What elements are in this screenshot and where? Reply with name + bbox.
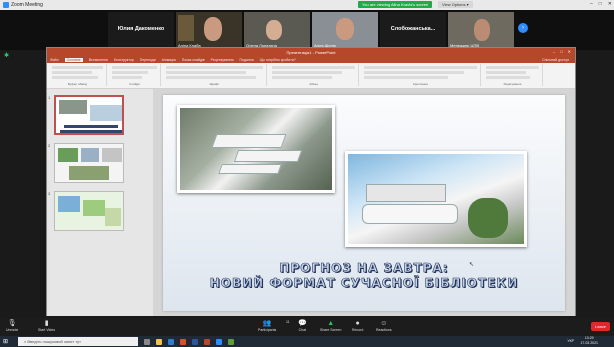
participant-name: Слобожанська...: [390, 26, 436, 32]
close-icon[interactable]: ✕: [568, 49, 571, 54]
edge-icon[interactable]: [168, 338, 175, 345]
share-screen-icon: ▲: [327, 320, 335, 327]
chat-button[interactable]: 💬 Chat: [298, 319, 307, 332]
file-explorer-icon[interactable]: [156, 338, 163, 345]
slide-number: 1: [48, 95, 51, 100]
ribbon-group-editing[interactable]: Редагування: [483, 64, 543, 86]
slide-thumbnail-pane: 1 2 3: [47, 89, 153, 316]
language-indicator[interactable]: УКР: [567, 339, 574, 343]
ribbon-group-drawing[interactable]: Креслення: [361, 64, 481, 86]
reactions-icon: ☺: [380, 320, 388, 327]
maximize-icon[interactable]: □: [599, 1, 602, 7]
zoom-app-icon[interactable]: [216, 338, 223, 345]
participant-name: Юлия Дакоменко: [117, 26, 165, 32]
close-icon[interactable]: ✕: [608, 1, 612, 7]
task-view-icon[interactable]: [144, 338, 151, 345]
building-photo-1[interactable]: [177, 105, 335, 193]
taskbar-search-input[interactable]: ⌕ Введіть пошуковий запит тут: [18, 337, 139, 346]
participant-face: [474, 19, 490, 41]
participant-face: [336, 18, 354, 40]
current-slide[interactable]: ПРОГНОЗ НА ЗАВТРА: НОВИЙ ФОРМАТ СУЧАСНОЇ…: [163, 95, 565, 311]
share-button[interactable]: Спільний доступ: [542, 58, 569, 62]
video-tile[interactable]: Слобожанська...: [380, 12, 446, 49]
chat-icon: 💬: [298, 320, 307, 327]
screen-share-banner: You are viewing Alina Kravts's screen: [358, 1, 433, 8]
ribbon: Буфер обміну Слайди Шрифт Абзац Кресленн…: [47, 63, 575, 89]
view-options-button[interactable]: View Options ▾: [438, 1, 473, 8]
ppt-window-controls: – □ ✕: [553, 49, 571, 54]
tab-insert[interactable]: Вставлення: [89, 58, 108, 62]
taskbar-clock[interactable]: 13:29 17.03.2021: [580, 336, 598, 346]
participants-count: 11: [286, 320, 290, 324]
tab-animations[interactable]: Анімація: [162, 58, 176, 62]
record-icon: ●: [355, 320, 360, 327]
video-tile[interactable]: Юлия Дакоменко: [108, 12, 174, 49]
leave-button[interactable]: Leave: [591, 322, 610, 331]
security-shield-icon[interactable]: ✱: [4, 52, 9, 59]
video-tile[interactable]: Аліна Кпаба: [176, 12, 242, 49]
slide-number: 2: [48, 143, 51, 148]
unmute-button[interactable]: 🎙 Unmute: [6, 319, 18, 332]
ppt-title-bar: Презентація1 - PowerPoint: [47, 48, 575, 56]
slide-thumbnail-3[interactable]: [54, 191, 124, 231]
windows-start-icon[interactable]: ⊞: [3, 338, 8, 345]
video-tile[interactable]: Олена Лопатина: [244, 12, 310, 49]
slide-title-line-1: ПРОГНОЗ НА ЗАВТРА:: [279, 261, 449, 276]
video-tile[interactable]: Алла Шелю: [312, 12, 378, 49]
tab-design[interactable]: Конструктор: [114, 58, 134, 62]
slide-editor: ПРОГНОЗ НА ЗАВТРА: НОВИЙ ФОРМАТ СУЧАСНОЇ…: [153, 89, 575, 316]
slide-thumbnail-1[interactable]: [54, 95, 124, 135]
zoom-toolbar: 🎙 Unmute ▮ Start Video 👥 Participants 11…: [0, 318, 614, 336]
microphone-muted-icon: 🎙: [7, 320, 17, 327]
start-video-button[interactable]: ▮ Start Video: [38, 319, 55, 332]
windows-taskbar: ⊞ ⌕ Введіть пошуковий запит тут УКР 13:2…: [0, 336, 614, 347]
minimize-icon[interactable]: –: [590, 1, 593, 7]
maximize-icon[interactable]: □: [560, 49, 562, 54]
minimize-icon[interactable]: –: [553, 49, 555, 54]
participant-face: [204, 17, 222, 41]
ribbon-group-font[interactable]: Шрифт: [163, 64, 267, 86]
participant-face: [266, 20, 282, 40]
participants-icon: 👥: [262, 320, 272, 327]
background-poster: [178, 15, 194, 41]
reactions-button[interactable]: ☺ Reactions: [376, 319, 392, 332]
video-camera-icon: ▮: [44, 320, 49, 327]
tab-file[interactable]: Файл: [50, 58, 59, 62]
tab-slideshow[interactable]: Показ слайдів: [182, 58, 205, 62]
app-icon[interactable]: [228, 338, 235, 345]
next-page-arrow-icon[interactable]: ›: [518, 23, 528, 33]
powerpoint-icon[interactable]: [204, 338, 211, 345]
tab-transitions[interactable]: Переходи: [140, 58, 156, 62]
powerpoint-window: Презентація1 - PowerPoint – □ ✕ Файл Осн…: [46, 47, 576, 316]
slide-thumbnail-2[interactable]: [54, 143, 124, 183]
tab-review[interactable]: Рецензування: [211, 58, 234, 62]
ribbon-group-slides[interactable]: Слайди: [109, 64, 161, 86]
ribbon-group-paragraph[interactable]: Абзац: [269, 64, 359, 86]
tab-home[interactable]: Основне: [64, 57, 83, 62]
tell-me-search[interactable]: Що потрібно зробити?: [260, 58, 296, 62]
ribbon-group-clipboard[interactable]: Буфер обміну: [49, 64, 107, 86]
tab-view[interactable]: Подання: [240, 58, 254, 62]
ribbon-tabs: Файл Основне Вставлення Конструктор Пере…: [47, 56, 575, 63]
record-button[interactable]: ● Record: [352, 319, 363, 332]
share-screen-button[interactable]: ▲ Share Screen: [320, 319, 341, 332]
window-controls: – □ ✕: [590, 1, 612, 7]
zoom-title-bar: Zoom Meeting: [0, 0, 614, 10]
mouse-cursor-icon: ↖: [469, 262, 475, 268]
slide-title[interactable]: ПРОГНОЗ НА ЗАВТРА: НОВИЙ ФОРМАТ СУЧАСНОЇ…: [163, 261, 565, 291]
slide-number: 3: [48, 191, 51, 196]
window-title: Zoom Meeting: [11, 2, 43, 8]
building-photo-2[interactable]: [345, 151, 527, 247]
word-icon[interactable]: [192, 338, 199, 345]
chrome-icon[interactable]: [180, 338, 187, 345]
participants-button[interactable]: 👥 Participants: [258, 319, 276, 332]
slide-title-line-2: НОВИЙ ФОРМАТ СУЧАСНОЇ БІБЛІОТЕКИ: [209, 276, 519, 291]
zoom-logo-icon: [3, 2, 9, 8]
video-tile[interactable]: Менеджер ЦПВ: [448, 12, 514, 49]
